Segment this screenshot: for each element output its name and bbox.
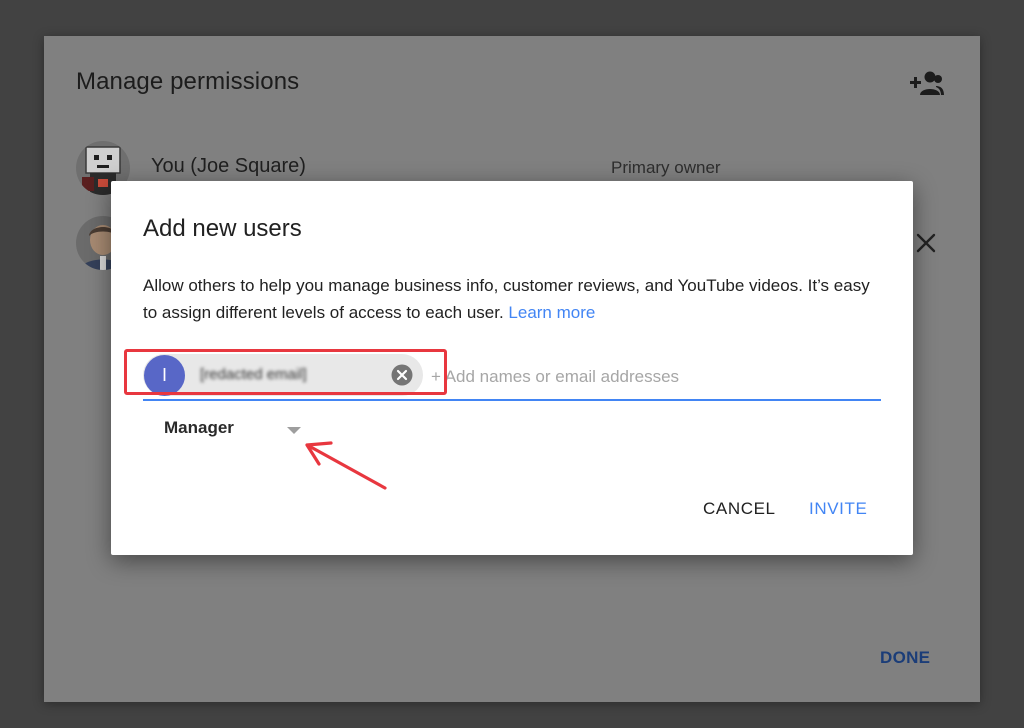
user-role: Primary owner: [611, 158, 721, 177]
invite-button[interactable]: INVITE: [809, 499, 867, 519]
cancel-button[interactable]: CANCEL: [703, 499, 776, 519]
role-selected-value: Manager: [164, 418, 234, 437]
add-email-input[interactable]: [431, 364, 871, 390]
done-button[interactable]: DONE: [880, 648, 930, 668]
close-icon[interactable]: [915, 232, 937, 254]
learn-more-link[interactable]: Learn more: [508, 303, 595, 322]
manage-permissions-title: Manage permissions: [76, 68, 300, 95]
dialog-title: Add new users: [143, 215, 302, 242]
description-text: Allow others to help you manage business…: [143, 276, 870, 322]
person-add-icon[interactable]: [908, 70, 944, 96]
dialog-description: Allow others to help you manage business…: [143, 272, 883, 326]
annotation-arrow-icon: [305, 441, 387, 490]
annotation-highlight-box: [124, 349, 447, 395]
role-dropdown[interactable]: Manager: [164, 414, 314, 444]
dropdown-caret-icon[interactable]: [287, 427, 301, 434]
user-name: You (Joe Square): [151, 155, 306, 177]
